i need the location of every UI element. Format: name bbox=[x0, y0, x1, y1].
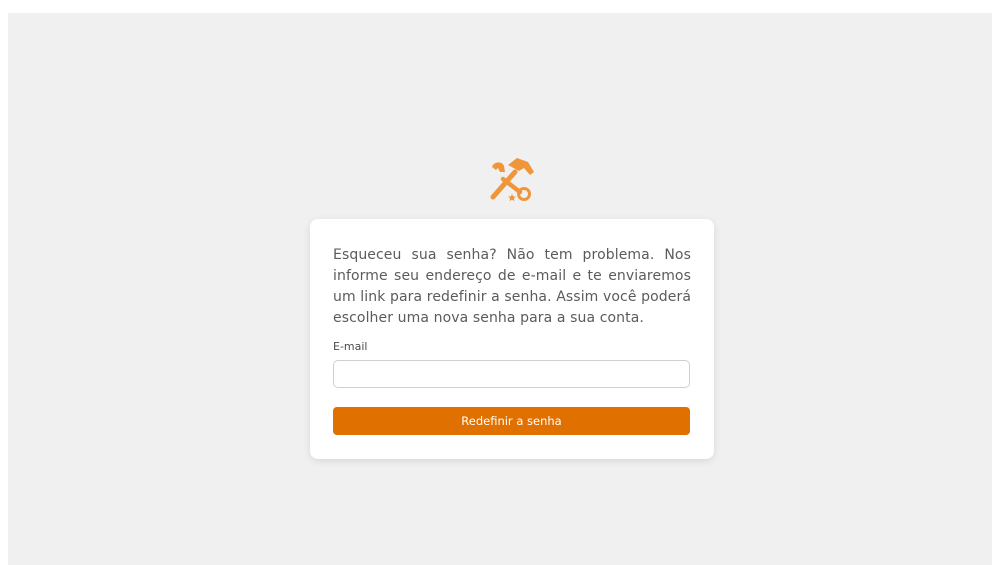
email-field[interactable] bbox=[333, 360, 690, 388]
reset-instructions: Esqueceu sua senha? Não tem problema. No… bbox=[333, 247, 691, 326]
page-background: Esqueceu sua senha? Não tem problema. No… bbox=[8, 13, 992, 565]
reset-password-card: Esqueceu sua senha? Não tem problema. No… bbox=[310, 219, 714, 459]
app-logo bbox=[484, 152, 536, 204]
email-label: E-mail bbox=[333, 340, 368, 353]
reset-password-button[interactable]: Redefinir a senha bbox=[333, 407, 690, 435]
wrench-hammer-icon bbox=[490, 158, 534, 202]
